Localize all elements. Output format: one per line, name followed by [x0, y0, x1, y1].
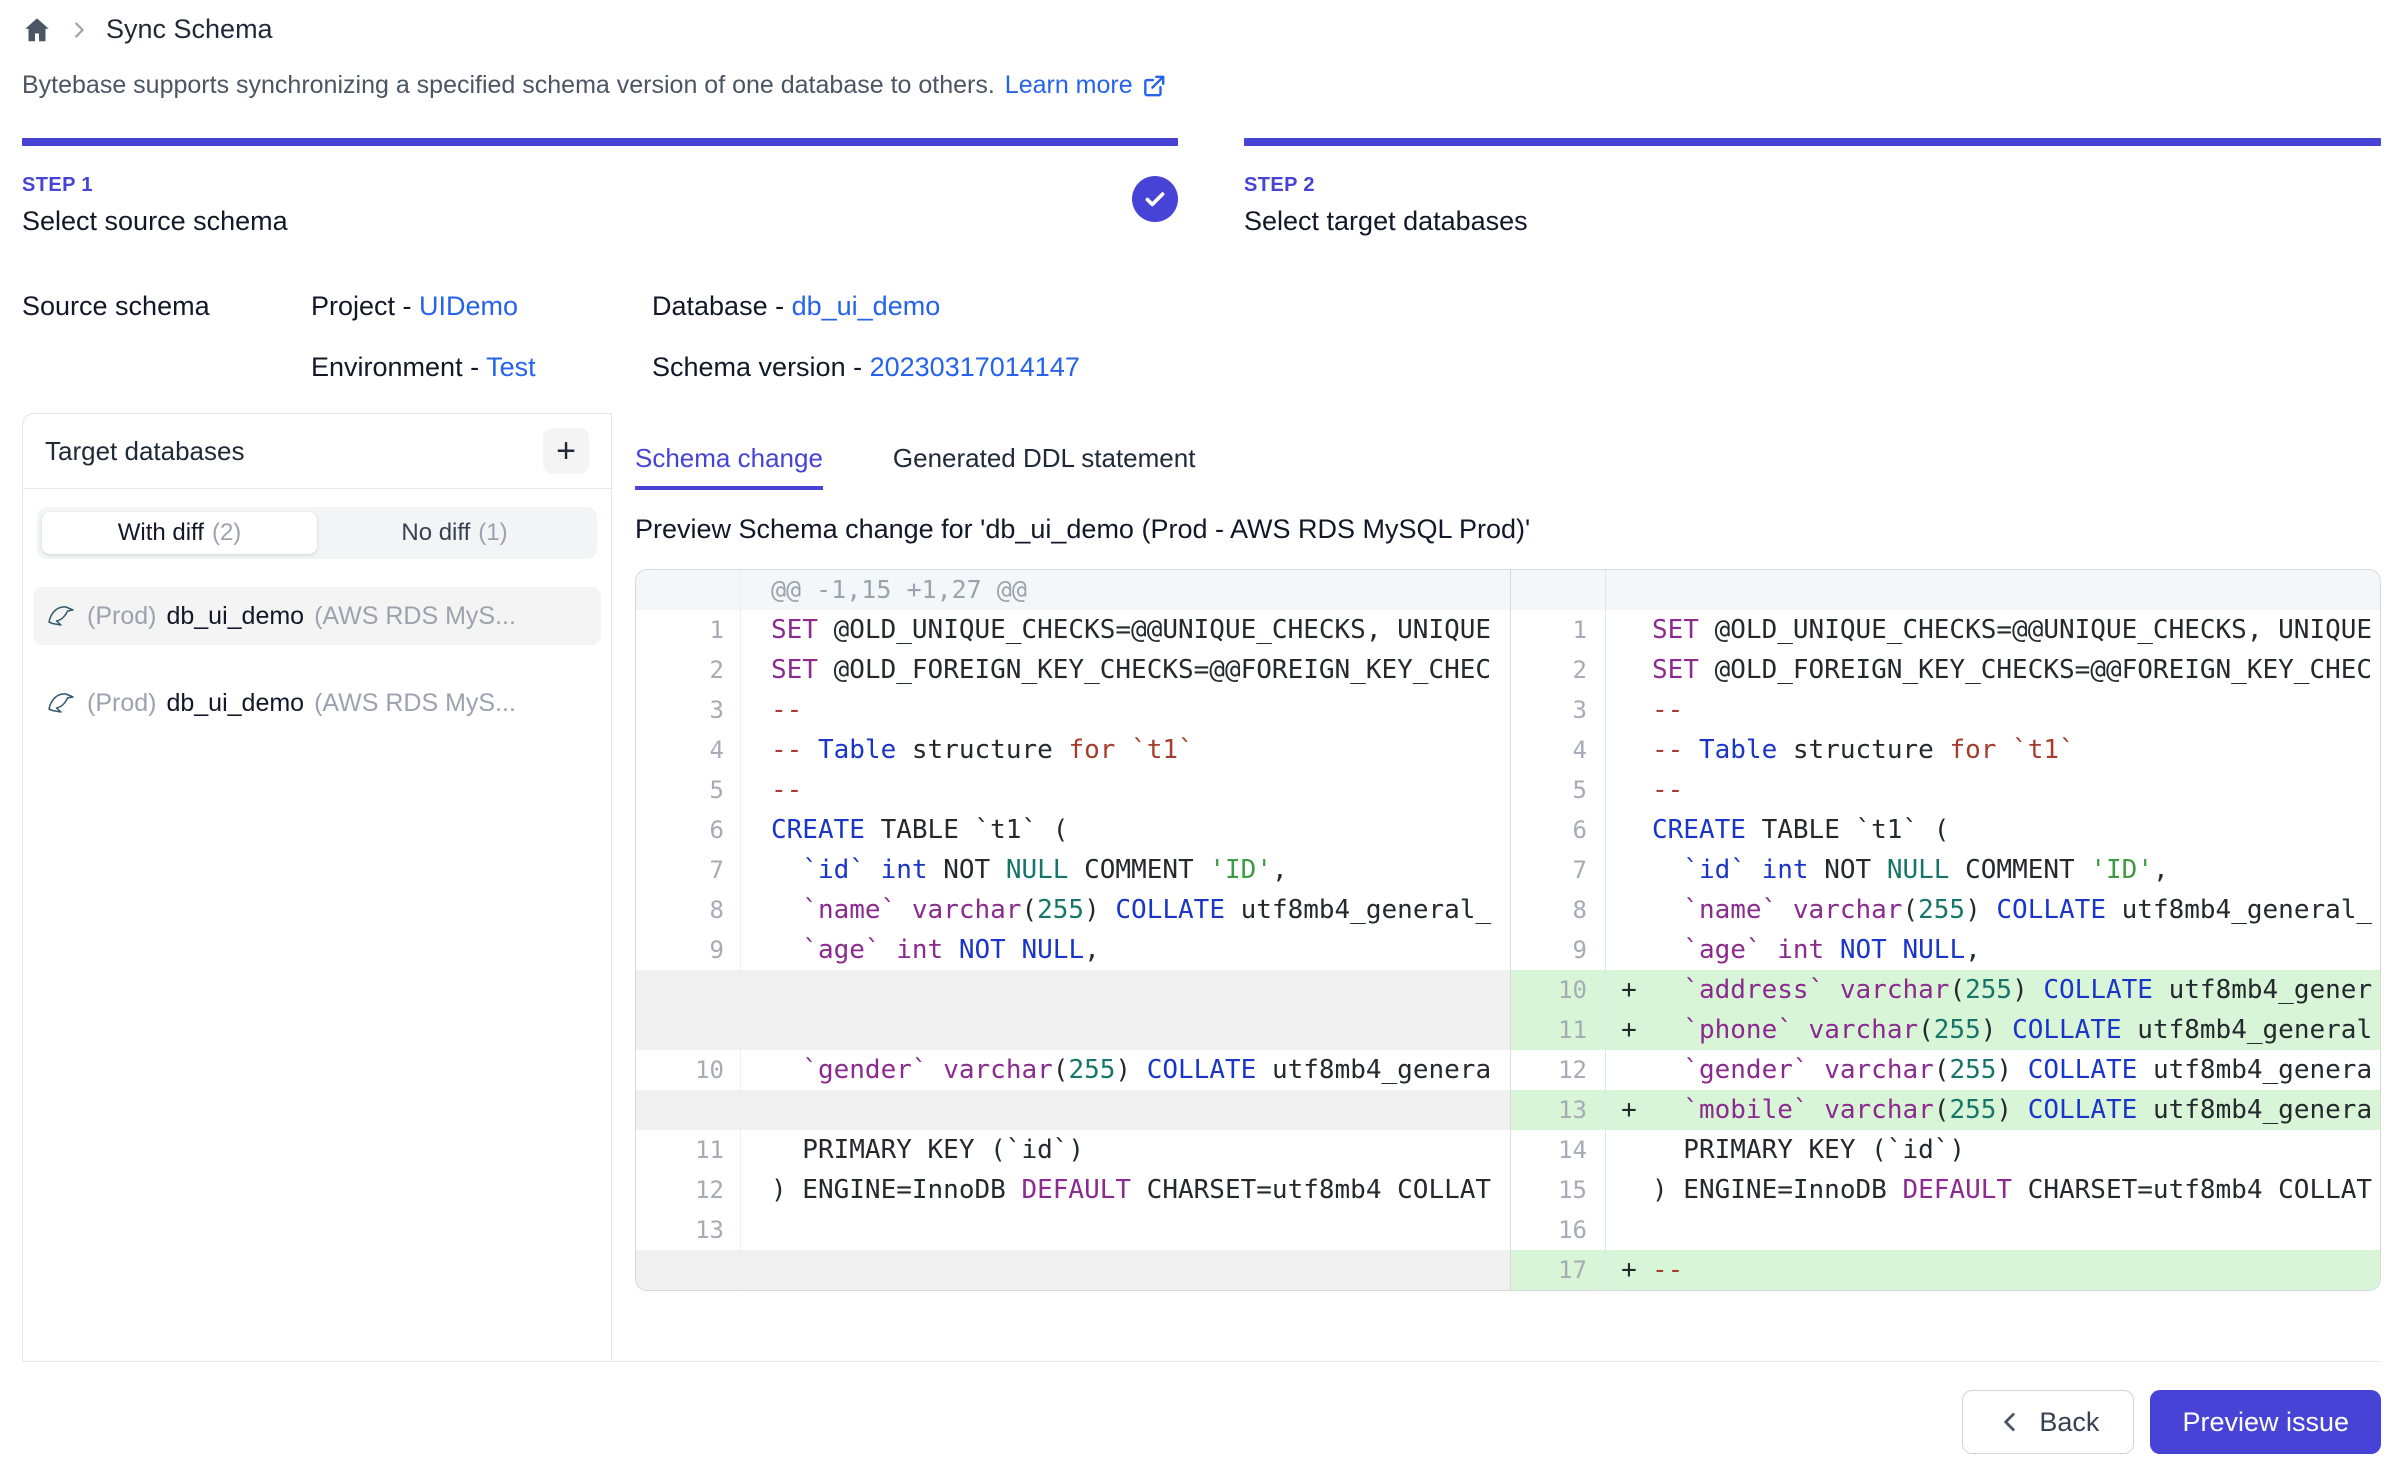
diff-hunk-header: @@ -1,15 +1,27 @@ [636, 570, 2380, 610]
environment-link[interactable]: Test [486, 352, 536, 382]
step1: STEP 1 Select source schema [22, 174, 1178, 237]
project-field: Project - UIDemo [311, 291, 652, 322]
step1-complete-badge [1132, 176, 1178, 222]
intro-text-row: Bytebase supports synchronizing a specif… [22, 71, 2381, 100]
preview-tabs: Schema change Generated DDL statement [635, 443, 2381, 490]
diff-row: 3--3-- [636, 690, 2380, 730]
step-progress-bars [22, 138, 2381, 146]
diff-row: 9 `age` int NOT NULL,9 `age` int NOT NUL… [636, 930, 2380, 970]
footer-actions: Back Preview issue [22, 1362, 2381, 1454]
check-icon [1142, 186, 1168, 212]
step2: STEP 2 Select target databases [1244, 174, 2381, 237]
diff-row: 5--5-- [636, 770, 2380, 810]
diff-row: 4-- Table structure for `t1`4-- Table st… [636, 730, 2380, 770]
home-icon[interactable] [22, 15, 52, 45]
add-target-database-button[interactable]: + [543, 428, 589, 474]
step2-label: STEP 2 [1244, 174, 2381, 197]
schema-change-section: Schema change Generated DDL statement Pr… [612, 413, 2381, 1361]
diff-row: 12) ENGINE=InnoDB DEFAULT CHARSET=utf8mb… [636, 1170, 2380, 1210]
environment-field: Environment - Test [311, 352, 652, 383]
diff-row: 1316 [636, 1210, 2380, 1250]
steps-row: STEP 1 Select source schema STEP 2 Selec… [22, 174, 2381, 237]
diff-row: 1SET @OLD_UNIQUE_CHECKS=@@UNIQUE_CHECKS,… [636, 610, 2380, 650]
step1-label: STEP 1 [22, 174, 288, 197]
diff-row: 7 `id` int NOT NULL COMMENT 'ID',7 `id` … [636, 850, 2380, 890]
target-database-list: (Prod) db_ui_demo (AWS RDS MyS... (Prod)… [23, 587, 611, 732]
mysql-icon [45, 687, 77, 719]
diff-row: 17+-- [636, 1250, 2380, 1290]
learn-more-link[interactable]: Learn more [1005, 71, 1167, 100]
diff-row: 13+ `mobile` varchar(255) COLLATE utf8mb… [636, 1090, 2380, 1130]
diff-filter-tabs: With diff(2) No diff(1) [37, 507, 597, 559]
tab-no-diff[interactable]: No diff(1) [317, 512, 592, 554]
target-databases-panel: Target databases + With diff(2) No diff(… [22, 413, 612, 1361]
diff-row: 10+ `address` varchar(255) COLLATE utf8m… [636, 970, 2380, 1010]
diff-row: 6CREATE TABLE `t1` (6CREATE TABLE `t1` ( [636, 810, 2380, 850]
list-item-database-1[interactable]: (Prod) db_ui_demo (AWS RDS MyS... [33, 587, 601, 645]
diff-row: 10 `gender` varchar(255) COLLATE utf8mb4… [636, 1050, 2380, 1090]
step2-title: Select target databases [1244, 206, 2381, 237]
step1-bar [22, 138, 1178, 146]
schema-version-field: Schema version - 20230317014147 [652, 352, 2381, 383]
preview-heading: Preview Schema change for 'db_ui_demo (P… [635, 514, 2381, 545]
tab-with-diff[interactable]: With diff(2) [42, 512, 317, 554]
sync-schema-page: Sync Schema Bytebase supports synchroniz… [0, 14, 2396, 1480]
chevron-right-icon [68, 19, 90, 41]
diff-row: 11 PRIMARY KEY (`id`)14 PRIMARY KEY (`id… [636, 1130, 2380, 1170]
source-schema-label: Source schema [22, 291, 311, 322]
diff-row: 11+ `phone` varchar(255) COLLATE utf8mb4… [636, 1010, 2380, 1050]
page-title: Sync Schema [106, 14, 273, 45]
step1-title: Select source schema [22, 206, 288, 237]
list-item-database-2[interactable]: (Prod) db_ui_demo (AWS RDS MyS... [33, 674, 601, 732]
intro-text: Bytebase supports synchronizing a specif… [22, 71, 995, 100]
project-link[interactable]: UIDemo [419, 291, 518, 321]
tab-schema-change[interactable]: Schema change [635, 443, 823, 490]
main-split: Target databases + With diff(2) No diff(… [22, 413, 2381, 1362]
schema-version-link[interactable]: 20230317014147 [870, 352, 1080, 382]
external-link-icon [1141, 73, 1167, 99]
source-schema-summary: Source schema Project - UIDemo Database … [22, 291, 2381, 383]
preview-issue-button[interactable]: Preview issue [2150, 1390, 2381, 1454]
mysql-icon [45, 600, 77, 632]
diff-row: 8 `name` varchar(255) COLLATE utf8mb4_ge… [636, 890, 2380, 930]
step2-bar [1244, 138, 2381, 146]
diff-view: @@ -1,15 +1,27 @@1SET @OLD_UNIQUE_CHECKS… [635, 569, 2381, 1291]
breadcrumb: Sync Schema [22, 14, 2381, 45]
tab-generated-ddl[interactable]: Generated DDL statement [893, 443, 1196, 490]
database-field: Database - db_ui_demo [652, 291, 2381, 322]
back-button[interactable]: Back [1962, 1390, 2134, 1454]
chevron-left-icon [1997, 1409, 2023, 1435]
target-databases-title: Target databases [45, 436, 244, 467]
database-link[interactable]: db_ui_demo [792, 291, 941, 321]
target-databases-header: Target databases + [23, 414, 611, 489]
diff-row: 2SET @OLD_FOREIGN_KEY_CHECKS=@@FOREIGN_K… [636, 650, 2380, 690]
